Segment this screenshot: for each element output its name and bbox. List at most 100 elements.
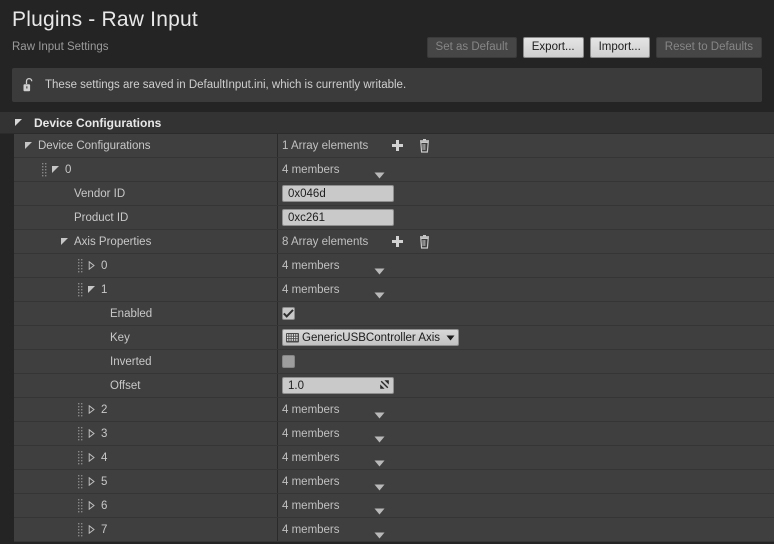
drag-handle-icon[interactable] bbox=[78, 475, 83, 488]
drag-handle-icon[interactable] bbox=[78, 523, 83, 536]
value-summary-text: 4 members bbox=[282, 260, 340, 272]
text-input-value: 0x046d bbox=[288, 188, 326, 200]
property-row[interactable]: 54 members bbox=[14, 470, 774, 494]
expander-spacer bbox=[96, 381, 105, 390]
members-dropdown-icon[interactable] bbox=[374, 454, 385, 461]
drag-handle-icon[interactable] bbox=[78, 283, 83, 296]
import-button[interactable]: Import... bbox=[590, 37, 650, 58]
expander-expanded-icon[interactable] bbox=[60, 237, 69, 246]
property-row[interactable]: 1 4 members bbox=[14, 278, 774, 302]
property-value-cell: 4 members bbox=[278, 278, 774, 301]
expander-collapsed-icon[interactable] bbox=[87, 501, 96, 510]
expander-spacer bbox=[96, 357, 105, 366]
property-row[interactable]: 0 4 members bbox=[14, 158, 774, 182]
property-row[interactable]: 44 members bbox=[14, 446, 774, 470]
add-array-element-button[interactable] bbox=[390, 138, 405, 153]
reset-to-defaults-button[interactable]: Reset to Defaults bbox=[656, 37, 762, 58]
unlock-icon bbox=[22, 77, 36, 93]
value-summary-text: 4 members bbox=[282, 284, 340, 296]
property-row[interactable]: Enabled bbox=[14, 302, 774, 326]
drag-handle-icon[interactable] bbox=[78, 259, 83, 272]
drag-handle-icon[interactable] bbox=[78, 403, 83, 416]
property-name-cell: 5 bbox=[14, 470, 277, 493]
property-name-cell: Axis Properties bbox=[14, 230, 277, 253]
drag-handle-icon[interactable] bbox=[42, 163, 47, 176]
members-dropdown-icon[interactable] bbox=[374, 502, 385, 509]
property-row[interactable]: KeyGenericUSBController Axis 2 bbox=[14, 326, 774, 350]
expander-expanded-icon[interactable] bbox=[24, 141, 33, 150]
expander-spacer bbox=[60, 213, 69, 222]
members-dropdown-icon[interactable] bbox=[374, 526, 385, 533]
members-dropdown-icon[interactable] bbox=[374, 430, 385, 437]
property-label: 0 bbox=[101, 260, 107, 272]
value-summary-text: 4 members bbox=[282, 404, 340, 416]
property-value-cell: 4 members bbox=[278, 158, 774, 181]
expander-collapsed-icon[interactable] bbox=[87, 405, 96, 414]
number-input[interactable]: 1.0 bbox=[282, 377, 394, 394]
property-label: Product ID bbox=[74, 212, 128, 224]
delete-array-button[interactable] bbox=[417, 138, 432, 153]
text-input[interactable]: 0x046d bbox=[282, 185, 394, 202]
spinner-drag-icon[interactable] bbox=[379, 379, 390, 393]
add-array-element-button[interactable] bbox=[390, 234, 405, 249]
checkbox-unchecked[interactable] bbox=[282, 355, 295, 368]
property-row[interactable]: Product ID 0xc261 bbox=[14, 206, 774, 230]
expander-collapsed-icon[interactable] bbox=[87, 429, 96, 438]
property-value-cell: 1.0 bbox=[278, 374, 774, 397]
property-name-cell: 2 bbox=[14, 398, 277, 421]
property-label: Vendor ID bbox=[74, 188, 125, 200]
export-button[interactable]: Export... bbox=[523, 37, 584, 58]
property-name-cell: Inverted bbox=[14, 350, 277, 373]
members-dropdown-icon[interactable] bbox=[374, 262, 385, 269]
property-label: 3 bbox=[101, 428, 107, 440]
expander-collapsed-icon[interactable] bbox=[87, 261, 96, 270]
property-label: 0 bbox=[65, 164, 71, 176]
chevron-down-icon[interactable] bbox=[446, 332, 455, 344]
property-row[interactable]: 2 4 members bbox=[14, 398, 774, 422]
property-value-cell: 4 members bbox=[278, 470, 774, 493]
delete-array-button[interactable] bbox=[417, 234, 432, 249]
property-row[interactable]: 64 members bbox=[14, 494, 774, 518]
checkbox-checked[interactable] bbox=[282, 307, 295, 320]
category-header-device-configurations[interactable]: Device Configurations bbox=[0, 112, 774, 134]
property-row[interactable]: 34 members bbox=[14, 422, 774, 446]
property-label: Axis Properties bbox=[74, 236, 151, 248]
property-row[interactable]: Inverted bbox=[14, 350, 774, 374]
set-as-default-button[interactable]: Set as Default bbox=[427, 37, 517, 58]
property-name-cell: 3 bbox=[14, 422, 277, 445]
page-subtitle: Raw Input Settings bbox=[12, 41, 109, 53]
members-dropdown-icon[interactable] bbox=[374, 286, 385, 293]
property-row[interactable]: Axis Properties8 Array elements bbox=[14, 230, 774, 254]
property-row[interactable]: Offset1.0 bbox=[14, 374, 774, 398]
value-summary-text: 4 members bbox=[282, 452, 340, 464]
drag-handle-icon[interactable] bbox=[78, 499, 83, 512]
property-name-cell: 1 bbox=[14, 278, 277, 301]
text-input[interactable]: 0xc261 bbox=[282, 209, 394, 226]
category-expander-icon[interactable] bbox=[14, 118, 23, 127]
members-dropdown-icon[interactable] bbox=[374, 166, 385, 173]
expander-collapsed-icon[interactable] bbox=[87, 453, 96, 462]
property-name-cell: 6 bbox=[14, 494, 277, 517]
drag-handle-icon[interactable] bbox=[78, 427, 83, 440]
property-row[interactable]: Vendor ID 0x046d bbox=[14, 182, 774, 206]
property-value-cell: 4 members bbox=[278, 398, 774, 421]
property-row[interactable]: Device Configurations1 Array elements bbox=[14, 134, 774, 158]
property-row[interactable]: 74 members bbox=[14, 518, 774, 542]
key-select-dropdown[interactable]: GenericUSBController Axis 2 bbox=[282, 329, 459, 346]
members-dropdown-icon[interactable] bbox=[374, 478, 385, 485]
drag-handle-icon[interactable] bbox=[78, 451, 83, 464]
keyboard-key-icon bbox=[286, 332, 299, 343]
property-name-cell: Device Configurations bbox=[14, 134, 277, 157]
property-value-cell: 0x046d bbox=[278, 182, 774, 205]
property-row[interactable]: 0 4 members bbox=[14, 254, 774, 278]
property-name-cell: 0 bbox=[14, 254, 277, 277]
property-tree: Device Configurations1 Array elements 0 4 … bbox=[0, 134, 774, 544]
property-label: Device Configurations bbox=[38, 140, 151, 152]
category-header-label: Device Configurations bbox=[34, 116, 161, 130]
page-title: Plugins - Raw Input bbox=[12, 6, 762, 34]
expander-collapsed-icon[interactable] bbox=[87, 525, 96, 534]
members-dropdown-icon[interactable] bbox=[374, 406, 385, 413]
expander-collapsed-icon[interactable] bbox=[87, 477, 96, 486]
expander-expanded-icon[interactable] bbox=[51, 165, 60, 174]
expander-expanded-icon[interactable] bbox=[87, 285, 96, 294]
